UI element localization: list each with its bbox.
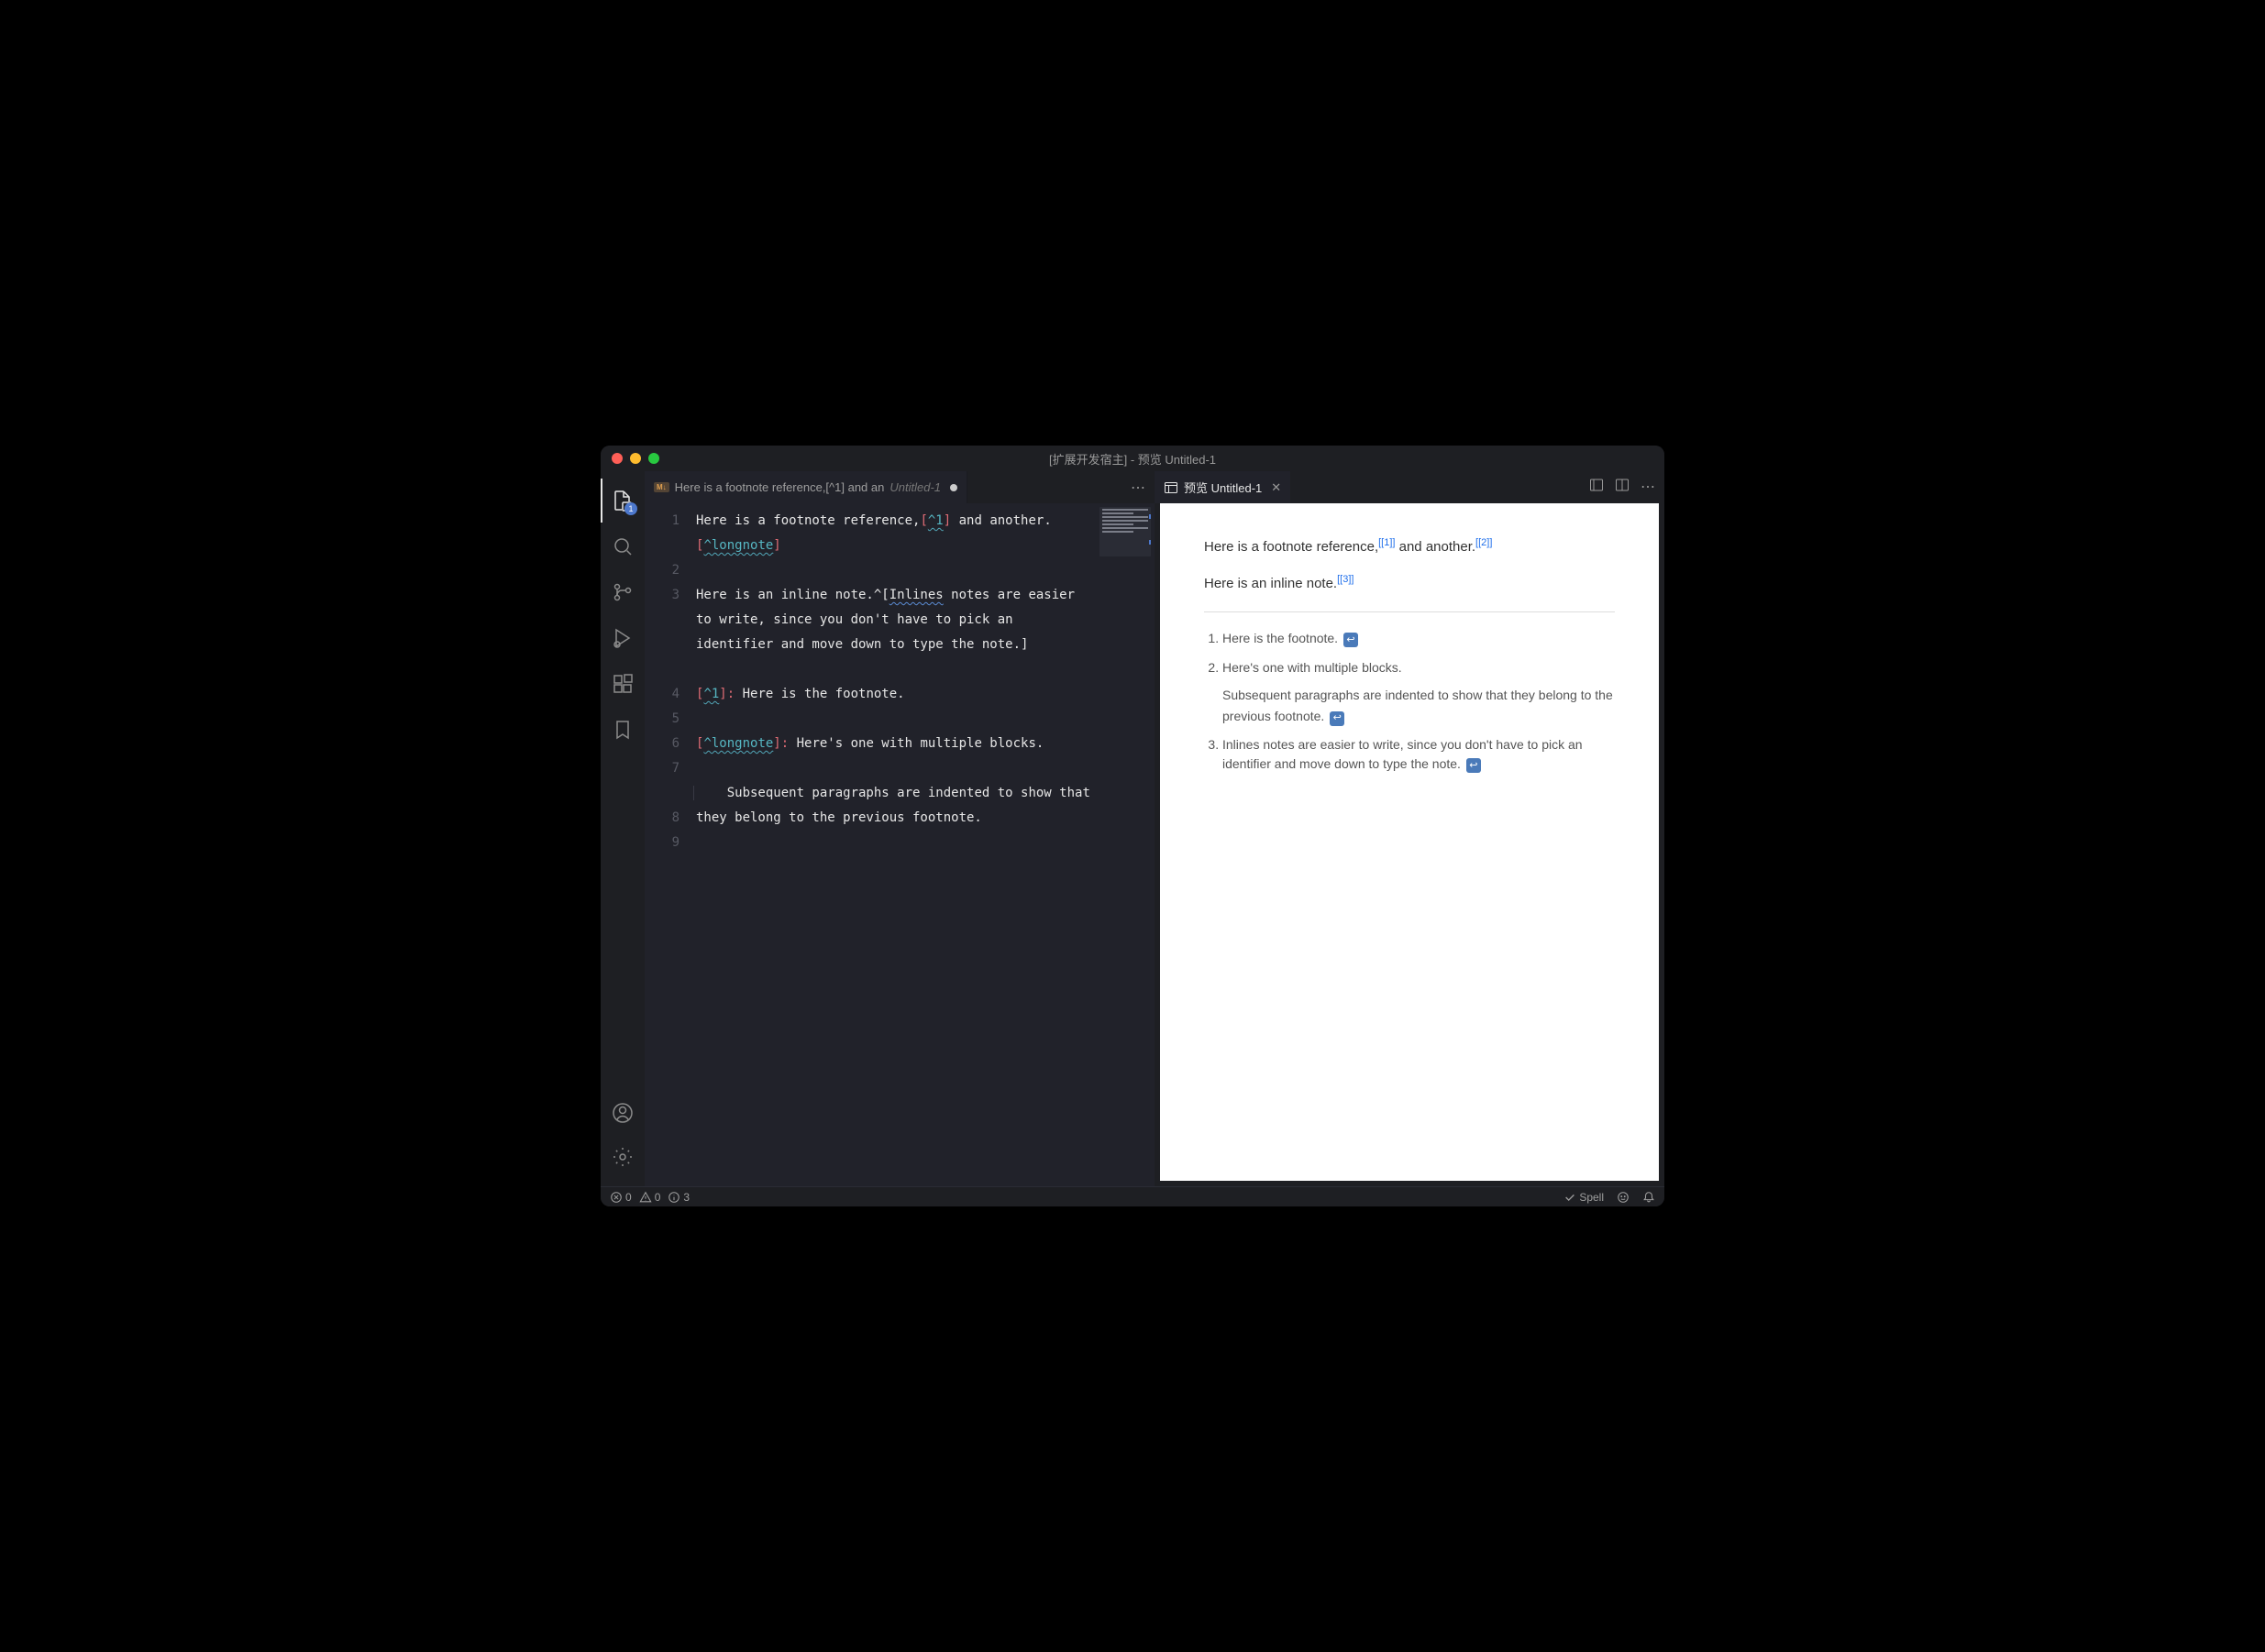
- app-window: [扩展开发宿主] - 预览 Untitled-1 1: [601, 446, 1664, 1206]
- line-number: 5: [645, 707, 680, 732]
- search-icon[interactable]: [601, 524, 645, 568]
- status-bell-icon[interactable]: [1642, 1191, 1655, 1204]
- line-number: 7: [645, 756, 680, 806]
- backlink-icon[interactable]: ↩: [1466, 758, 1481, 773]
- activity-bar-bottom: [601, 1091, 645, 1186]
- close-window-button[interactable]: [612, 453, 623, 464]
- status-bar: 0 0 3 Spell: [601, 1186, 1664, 1206]
- preview-paragraph: Here is a footnote reference,[[1]] and a…: [1204, 533, 1615, 558]
- footnote-item: Inlines notes are easier to write, since…: [1222, 735, 1615, 774]
- editor-area: M↓ Here is a footnote reference,[^1] and…: [645, 471, 1664, 1186]
- preview-icon: [1164, 480, 1178, 495]
- preview-tab-actions: ⋯: [1580, 478, 1664, 497]
- minimap[interactable]: [1099, 507, 1151, 556]
- editor-tabs: M↓ Here is a footnote reference,[^1] and…: [645, 471, 1155, 503]
- explorer-icon[interactable]: 1: [601, 479, 645, 523]
- status-errors[interactable]: 0: [610, 1191, 632, 1204]
- more-actions-icon[interactable]: ⋯: [1641, 478, 1655, 497]
- preview-tab-title: 预览 Untitled-1: [1184, 479, 1262, 496]
- markdown-badge: M↓: [654, 482, 669, 492]
- tab-filename: Untitled-1: [889, 480, 941, 494]
- minimize-window-button[interactable]: [630, 453, 641, 464]
- settings-gear-icon[interactable]: [601, 1135, 645, 1179]
- close-icon[interactable]: ✕: [1271, 480, 1281, 495]
- status-warnings[interactable]: 0: [639, 1191, 661, 1204]
- footnotes-list: Here is the footnote. ↩ Here's one with …: [1204, 629, 1615, 774]
- line-number: 2: [645, 558, 680, 583]
- status-feedback-icon[interactable]: [1617, 1191, 1630, 1204]
- source-editor-group: M↓ Here is a footnote reference,[^1] and…: [645, 471, 1155, 1186]
- footnote-ref-link[interactable]: [[2]]: [1475, 537, 1492, 548]
- status-info[interactable]: 3: [668, 1191, 690, 1204]
- editor-tab-actions: ⋯: [1121, 479, 1155, 497]
- footnote-item: Here's one with multiple blocks. Subsequ…: [1222, 657, 1615, 726]
- error-icon: [610, 1191, 623, 1204]
- bookmark-icon[interactable]: [601, 708, 645, 752]
- account-icon[interactable]: [601, 1091, 645, 1135]
- line-number: 8: [645, 806, 680, 831]
- editor-tab[interactable]: M↓ Here is a footnote reference,[^1] and…: [645, 471, 967, 503]
- line-number: 1: [645, 509, 680, 558]
- backlink-icon[interactable]: ↩: [1343, 633, 1358, 647]
- more-actions-icon[interactable]: ⋯: [1131, 479, 1145, 497]
- preview-editor-group: 预览 Untitled-1 ✕ ⋯ Here is a footnote ref…: [1155, 471, 1664, 1186]
- maximize-window-button[interactable]: [648, 453, 659, 464]
- editor-body[interactable]: 1 2 3 4 5 6 7 8 9 Here is a footnote ref…: [645, 503, 1155, 1186]
- run-debug-icon[interactable]: [601, 616, 645, 660]
- warning-icon: [639, 1191, 652, 1204]
- preview-paragraph: Here is an inline note.[[3]]: [1204, 569, 1615, 595]
- explorer-badge: 1: [624, 502, 637, 515]
- line-number: 6: [645, 732, 680, 756]
- preview-tab[interactable]: 预览 Untitled-1 ✕: [1155, 471, 1290, 503]
- line-number: 9: [645, 831, 680, 855]
- activity-bar: 1: [601, 471, 645, 1186]
- source-control-icon[interactable]: [601, 570, 645, 614]
- window-title: [扩展开发宿主] - 预览 Untitled-1: [1049, 450, 1216, 468]
- extensions-icon[interactable]: [601, 662, 645, 706]
- split-editor-icon[interactable]: [1615, 478, 1630, 497]
- line-number: 3: [645, 583, 680, 682]
- titlebar: [扩展开发宿主] - 预览 Untitled-1: [601, 446, 1664, 471]
- preview-tabs: 预览 Untitled-1 ✕ ⋯: [1155, 471, 1664, 503]
- dirty-indicator-icon: [950, 484, 957, 491]
- show-source-icon[interactable]: [1589, 478, 1604, 497]
- preview-content[interactable]: Here is a footnote reference,[[1]] and a…: [1160, 503, 1659, 1181]
- footnote-item: Here is the footnote. ↩: [1222, 629, 1615, 648]
- footnote-ref-link[interactable]: [[1]]: [1378, 537, 1395, 548]
- code-content[interactable]: Here is a footnote reference,[^1] and an…: [696, 503, 1155, 1186]
- workbench-body: 1: [601, 471, 1664, 1186]
- info-icon: [668, 1191, 680, 1204]
- line-number-gutter: 1 2 3 4 5 6 7 8 9: [645, 503, 696, 1186]
- check-icon: [1563, 1191, 1576, 1204]
- backlink-icon[interactable]: ↩: [1330, 711, 1344, 726]
- divider: [1204, 611, 1615, 612]
- line-number: 4: [645, 682, 680, 707]
- traffic-lights: [612, 453, 659, 464]
- footnote-ref-link[interactable]: [[3]]: [1337, 574, 1353, 585]
- tab-title: Here is a footnote reference,[^1] and an: [675, 480, 885, 494]
- status-spell[interactable]: Spell: [1563, 1191, 1604, 1204]
